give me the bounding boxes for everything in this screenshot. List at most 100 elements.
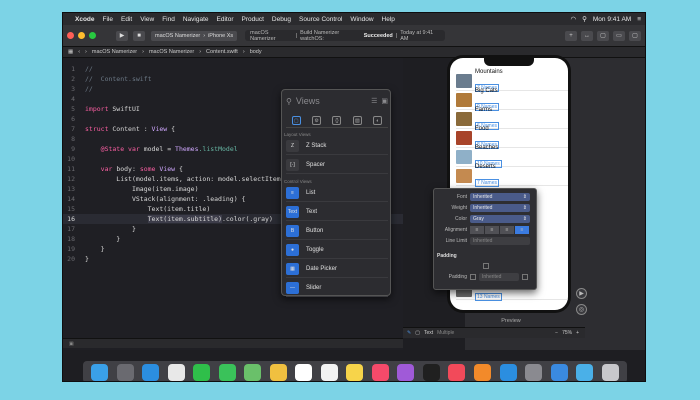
list-row[interactable]: Mountains 7 Names: [456, 69, 568, 92]
library-item-button[interactable]: B Button: [286, 223, 388, 240]
zoom-in-button[interactable]: +: [576, 330, 585, 336]
library-item-text[interactable]: Text Text: [286, 204, 388, 221]
menu-edit[interactable]: Edit: [121, 16, 132, 23]
safari-icon[interactable]: [142, 363, 160, 381]
grid-view-icon[interactable]: ▣: [381, 97, 388, 105]
pin-icon[interactable]: ✎: [407, 330, 411, 336]
music-icon[interactable]: [371, 363, 389, 381]
library-item-label: Toggle: [306, 247, 324, 253]
list-row[interactable]: Deserts 7 Names: [456, 164, 568, 187]
library-item-toggle[interactable]: ● Toggle: [286, 242, 388, 259]
reminders-icon[interactable]: [320, 363, 338, 381]
line-limit-field[interactable]: Inherited: [470, 237, 530, 245]
menu-view[interactable]: View: [140, 16, 154, 23]
finder-icon[interactable]: [91, 363, 109, 381]
control-menu-icon[interactable]: ≡: [637, 16, 641, 23]
grid-icon[interactable]: ▦: [68, 49, 73, 55]
media-tab-icon[interactable]: ▨: [352, 116, 362, 125]
library-search-field[interactable]: ⚲ Views ☰ ▣: [286, 94, 388, 108]
run-button[interactable]: ▶: [116, 30, 128, 41]
align-leading-icon[interactable]: ≡: [470, 226, 484, 234]
jump-file[interactable]: Content.swift: [206, 49, 238, 55]
zoom-window-button[interactable]: [89, 32, 96, 39]
scheme-name: macOS Namerizer: [155, 32, 201, 39]
navigator-toggle-icon[interactable]: ▢: [597, 30, 609, 41]
menu-source-control[interactable]: Source Control: [299, 16, 342, 23]
align-trailing-icon[interactable]: ≡: [500, 226, 514, 234]
menu-product[interactable]: Product: [241, 16, 263, 23]
align-justified-icon[interactable]: ≡: [515, 226, 529, 234]
menu-window[interactable]: Window: [350, 16, 373, 23]
podcasts-icon[interactable]: [397, 363, 415, 381]
close-window-button[interactable]: [67, 32, 74, 39]
jump-group[interactable]: macOS Namerizer: [149, 49, 194, 55]
notes-icon[interactable]: [346, 363, 364, 381]
app-store-icon[interactable]: [499, 363, 517, 381]
padding-trailing-checkbox[interactable]: [522, 274, 528, 280]
zoom-out-button[interactable]: −: [555, 330, 558, 336]
news-icon[interactable]: [448, 363, 466, 381]
menu-app-name[interactable]: Xcode: [75, 16, 95, 23]
menu-clock[interactable]: Mon 9:41 AM: [593, 16, 631, 23]
launchpad-icon[interactable]: [116, 363, 134, 381]
menu-file[interactable]: File: [103, 16, 113, 23]
library-button[interactable]: +: [565, 30, 577, 41]
library-item-z-stack[interactable]: Z Z Stack: [286, 138, 388, 155]
inspect-preview-button[interactable]: ◎: [576, 304, 587, 315]
selected-mode: Multiple: [437, 330, 455, 336]
color-select[interactable]: Gray ⇕: [470, 215, 530, 223]
zoom-level[interactable]: 75%: [562, 330, 572, 336]
list-row[interactable]: Big Cats 9 Names: [456, 88, 568, 111]
scheme-selector[interactable]: macOS Namerizer › iPhone Xs: [151, 30, 238, 41]
align-center-icon[interactable]: ≡: [485, 226, 499, 234]
list-row[interactable]: Beaches 10 Names: [456, 145, 568, 168]
list-row[interactable]: Food 8 Names: [456, 126, 568, 149]
jump-symbol[interactable]: body: [250, 49, 262, 55]
xcode-icon[interactable]: [550, 363, 568, 381]
list-view-icon[interactable]: ☰: [371, 97, 377, 105]
list-row[interactable]: Farms 6 Names: [456, 107, 568, 130]
menu-debug[interactable]: Debug: [272, 16, 291, 23]
menu-find[interactable]: Find: [162, 16, 175, 23]
debug-area-toggle-icon[interactable]: ▣: [69, 341, 74, 347]
menu-editor[interactable]: Editor: [217, 16, 234, 23]
messages-icon[interactable]: [218, 363, 236, 381]
forward-arrow-icon[interactable]: ›: [85, 49, 87, 55]
menu-navigate[interactable]: Navigate: [183, 16, 209, 23]
back-arrow-icon[interactable]: ‹: [78, 49, 80, 55]
books-icon[interactable]: [473, 363, 491, 381]
inspector-toggle-icon[interactable]: ▢: [629, 30, 641, 41]
spotlight-search-icon[interactable]: ⚲: [582, 15, 587, 23]
calendar-icon[interactable]: [295, 363, 313, 381]
facetime-icon[interactable]: [193, 363, 211, 381]
font-select[interactable]: Inherited ⇕: [470, 193, 530, 201]
jump-project[interactable]: macOS Namerizer: [92, 49, 137, 55]
trash-icon[interactable]: [601, 363, 619, 381]
library-item-slider[interactable]: — Slider: [286, 280, 388, 297]
folder-icon[interactable]: [576, 363, 594, 381]
menu-help[interactable]: Help: [382, 16, 395, 23]
library-item-list[interactable]: ≡ List: [286, 185, 388, 202]
maps-icon[interactable]: [244, 363, 262, 381]
library-item-spacer[interactable]: [·] Spacer: [286, 157, 388, 174]
padding-field[interactable]: Inherited: [479, 273, 519, 281]
views-tab-icon[interactable]: ▢: [291, 116, 301, 125]
tv-icon[interactable]: [422, 363, 440, 381]
photos-icon[interactable]: [167, 363, 185, 381]
stop-button[interactable]: ■: [133, 30, 145, 41]
padding-leading-checkbox[interactable]: [470, 274, 476, 280]
modifiers-tab-icon[interactable]: ⚙: [312, 116, 322, 125]
colors-tab-icon[interactable]: ◐: [373, 116, 383, 125]
padding-top-checkbox[interactable]: [483, 263, 489, 269]
selected-code[interactable]: Text(item.subtitle): [147, 215, 222, 223]
photos-app-icon[interactable]: [269, 363, 287, 381]
weight-select[interactable]: Inherited ⇕: [470, 204, 530, 212]
wifi-icon[interactable]: ◠: [570, 15, 576, 23]
minimize-window-button[interactable]: [78, 32, 85, 39]
live-preview-button[interactable]: ▶: [576, 288, 587, 299]
review-button[interactable]: ↔: [581, 30, 593, 41]
debug-area-toggle-icon[interactable]: ▭: [613, 30, 625, 41]
library-item-date-picker[interactable]: ▦ Date Picker: [286, 261, 388, 278]
snippets-tab-icon[interactable]: {}: [332, 116, 342, 125]
system-preferences-icon[interactable]: [525, 363, 543, 381]
